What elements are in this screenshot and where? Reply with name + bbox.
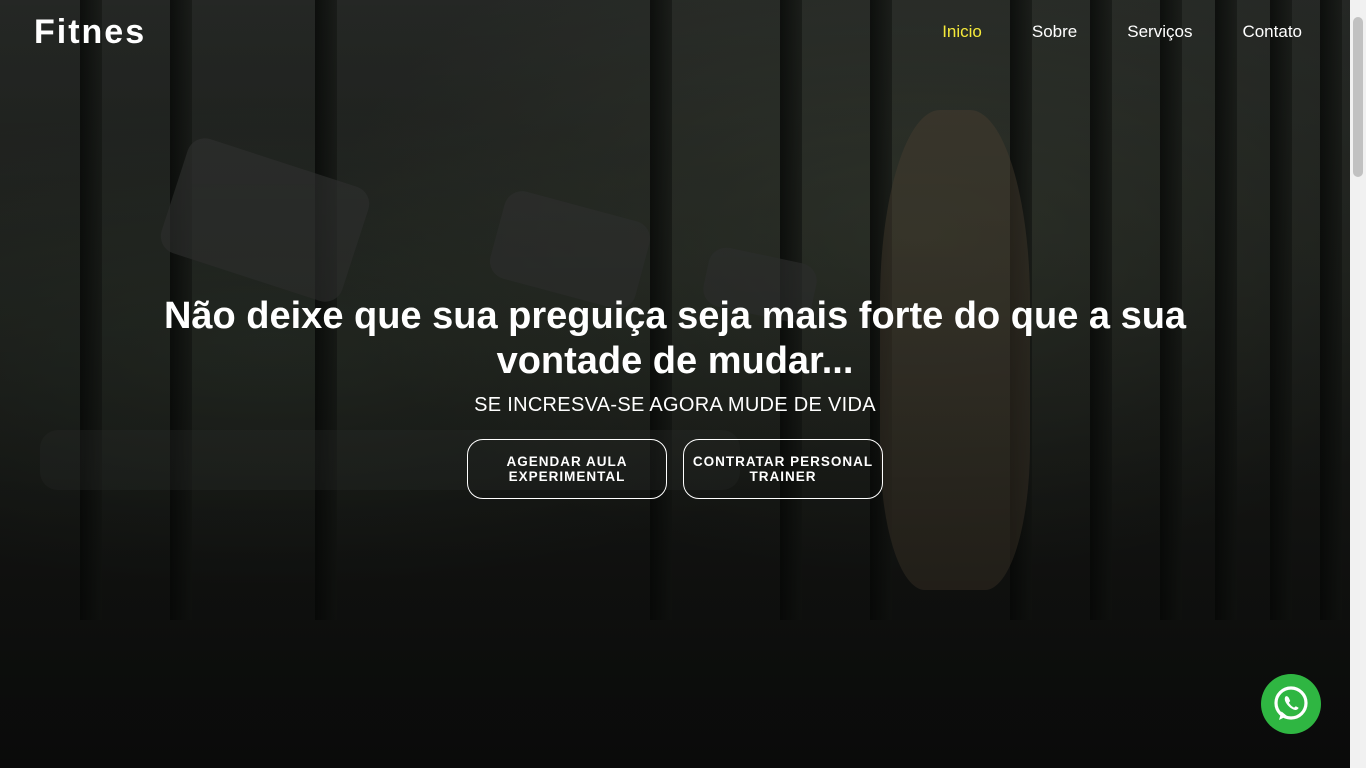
hero-headline: Não deixe que sua preguiça seja mais for…	[163, 295, 1187, 382]
top-navbar: Fitnes Inicio Sobre Serviços Contato	[0, 0, 1350, 64]
schedule-trial-class-button[interactable]: AGENDAR AULA EXPERIMENTAL	[467, 439, 667, 499]
hero-content: Não deixe que sua preguiça seja mais for…	[0, 294, 1350, 499]
hero-subtitle: SE INCRESVA-SE AGORA MUDE DE VIDA	[474, 394, 876, 416]
nav-link-sobre[interactable]: Sobre	[1032, 22, 1077, 42]
nav-link-contato[interactable]: Contato	[1242, 22, 1302, 42]
hire-personal-trainer-button[interactable]: CONTRATAR PERSONAL TRAINER	[683, 439, 883, 499]
whatsapp-button[interactable]	[1261, 674, 1321, 734]
scrollbar-thumb[interactable]	[1353, 17, 1363, 177]
brand-logo[interactable]: Fitnes	[34, 13, 146, 52]
nav-link-servicos[interactable]: Serviços	[1127, 22, 1192, 42]
nav-links: Inicio Sobre Serviços Contato	[892, 22, 1302, 42]
cta-buttons: AGENDAR AULA EXPERIMENTAL CONTRATAR PERS…	[0, 439, 1350, 499]
nav-link-inicio[interactable]: Inicio	[942, 22, 982, 42]
whatsapp-icon	[1274, 686, 1308, 720]
page-scrollbar[interactable]	[1350, 0, 1366, 768]
